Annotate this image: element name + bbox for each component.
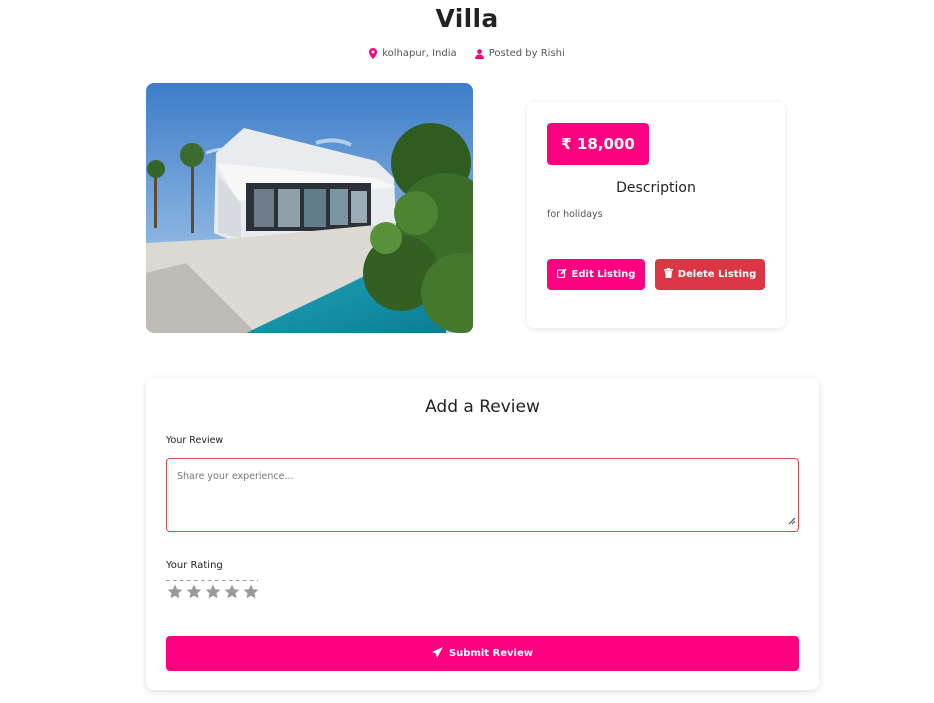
rating-label: Your Rating	[166, 560, 223, 571]
review-textarea[interactable]: Share your experience...	[166, 458, 799, 532]
star-icon[interactable]	[242, 583, 260, 605]
submit-review-button[interactable]: Submit Review	[166, 636, 799, 671]
description-heading: Description	[616, 180, 696, 196]
review-card: Add a Review Your Review Share your expe…	[146, 378, 819, 690]
listing-meta: kolhapur, India Posted by Rishi	[0, 48, 934, 59]
rating-stars[interactable]	[166, 580, 260, 605]
star-icon[interactable]	[166, 583, 184, 605]
listing-title: Villa	[435, 4, 499, 33]
edit-listing-label: Edit Listing	[571, 269, 636, 280]
trash-icon	[663, 268, 673, 281]
price-badge: ₹ 18,000	[547, 123, 649, 165]
edit-icon	[556, 268, 567, 281]
delete-listing-label: Delete Listing	[677, 269, 757, 280]
location-text: kolhapur, India	[382, 48, 457, 59]
user-icon	[474, 48, 484, 59]
location-info: kolhapur, India	[369, 48, 457, 59]
description-text: for holidays	[547, 209, 603, 220]
rating-divider	[166, 580, 258, 581]
paper-plane-icon	[431, 646, 443, 661]
review-heading: Add a Review	[425, 397, 540, 417]
submit-review-label: Submit Review	[448, 648, 534, 659]
edit-listing-button[interactable]: Edit Listing	[547, 259, 645, 290]
star-icon[interactable]	[204, 583, 222, 605]
review-label: Your Review	[166, 435, 224, 446]
delete-listing-button[interactable]: Delete Listing	[655, 259, 765, 290]
listing-image	[146, 83, 473, 333]
review-placeholder: Share your experience...	[177, 471, 294, 482]
owner-info: Posted by Rishi	[474, 48, 565, 59]
star-icon[interactable]	[223, 583, 241, 605]
map-pin-icon	[369, 48, 378, 59]
posted-by-text: Posted by Rishi	[488, 48, 565, 59]
listing-info-card: ₹ 18,000 Description for holidays Edit L…	[527, 102, 785, 328]
star-icon[interactable]	[185, 583, 203, 605]
resize-handle-icon[interactable]	[788, 510, 796, 529]
